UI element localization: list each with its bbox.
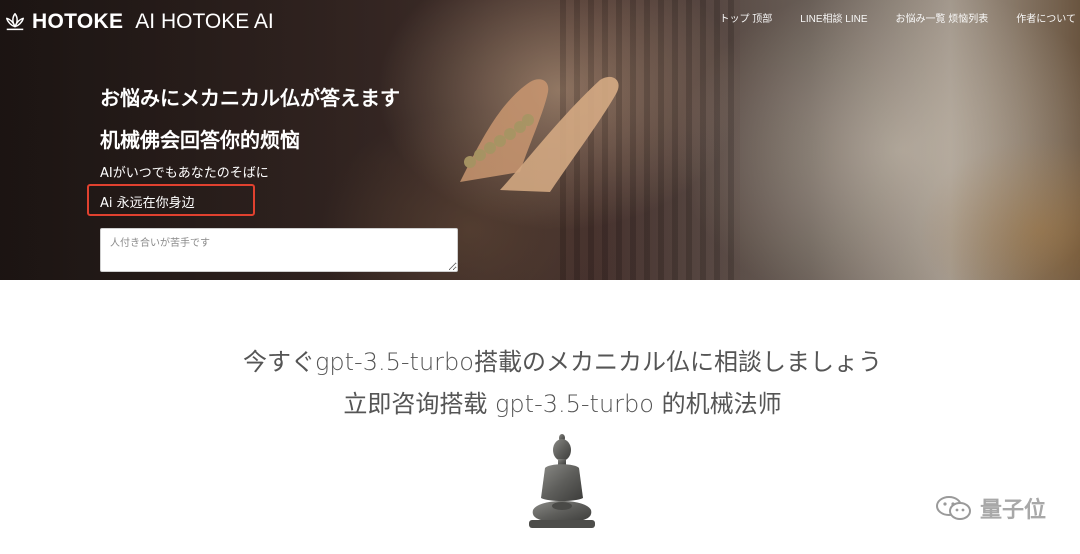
hero-subtitle-zh: Ai 永远在你身边 [100,196,195,211]
brand-logo[interactable]: HOTOKE AI HOTOKE AI [4,10,274,34]
hero-title-ja: お悩みにメカニカル仏が答えます [100,86,400,110]
nav-item-worries-list[interactable]: お悩み一覧 烦恼列表 [896,10,989,25]
hero-banner: HOTOKE AI HOTOKE AI トップ 顶部 LINE相談 LINE お… [0,0,1080,280]
brand-subtitle: AI HOTOKE AI [135,10,274,33]
watermark: 量子位 [934,492,1046,524]
watermark-text: 量子位 [979,498,1046,523]
top-nav: トップ 顶部 LINE相談 LINE お悩み一覧 烦恼列表 作者について [719,10,1076,25]
cta-heading-zh: 立即咨询搭载 gpt-3.5-turbo 的机械法师 [343,390,782,418]
nav-item-top[interactable]: トップ 顶部 [719,10,772,25]
buddha-statue-icon[interactable] [525,434,599,530]
cta-heading-ja: 今すぐgpt-3.5-turbo搭載のメカニカル仏に相談しましょう [243,348,882,376]
brand-name: HOTOKE [32,10,124,33]
lotus-icon [6,13,24,31]
hero-title-zh: 机械佛会回答你的烦恼 [100,128,300,152]
hero-subtitle-ja: AIがいつでもあなたのそばに [100,166,269,181]
wechat-icon [935,496,971,520]
nav-item-line[interactable]: LINE相談 LINE [800,10,867,25]
worry-input[interactable] [100,228,458,272]
nav-item-about-author[interactable]: 作者について [1016,10,1076,25]
